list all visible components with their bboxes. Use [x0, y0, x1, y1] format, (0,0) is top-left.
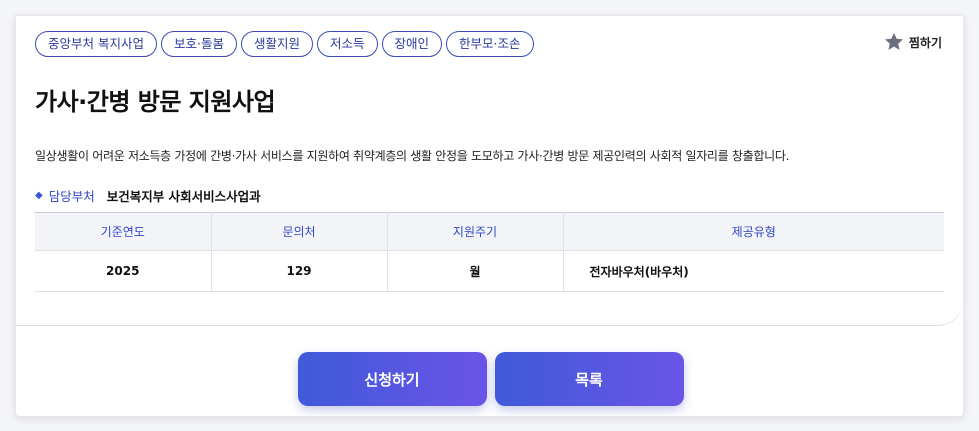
- list-button[interactable]: 목록: [494, 352, 684, 406]
- cell-support-cycle: 월: [387, 250, 564, 292]
- service-info-table: 기준연도 문의처 지원주기 제공유형 2025 129 월 전자바우처(바우처): [35, 212, 944, 292]
- tag-low-income[interactable]: 저소득: [316, 31, 378, 57]
- favorite-button[interactable]: 찜하기: [883, 31, 942, 53]
- table-row: 2025 129 월 전자바우처(바우처): [35, 250, 944, 292]
- apply-button[interactable]: 신청하기: [297, 352, 487, 406]
- tag-single-parent[interactable]: 한부모·조손: [446, 31, 534, 57]
- category-tags: 중앙부처 복지사업 보호·돌봄 생활지원 저소득 장애인 한부모·조손: [35, 31, 534, 57]
- tag-living-support[interactable]: 생활지원: [240, 31, 313, 57]
- cell-base-year: 2025: [35, 250, 212, 292]
- header-provision-type: 제공유형: [563, 212, 944, 251]
- tag-central-welfare[interactable]: 중앙부처 복지사업: [35, 31, 157, 57]
- bullet-icon: ◆: [35, 190, 43, 201]
- page-title: 가사·간병 방문 지원사업: [35, 88, 276, 116]
- department-label: 담당부처: [48, 189, 95, 204]
- department-info: ◆ 담당부처 보건복지부 사회서비스사업과: [35, 186, 261, 205]
- cell-contact: 129: [211, 250, 388, 292]
- tag-protection-care[interactable]: 보호·돌봄: [160, 31, 237, 57]
- tag-disabled[interactable]: 장애인: [381, 31, 443, 57]
- header-support-cycle: 지원주기: [387, 212, 564, 251]
- cell-provision-type: 전자바우처(바우처): [563, 250, 944, 292]
- service-card: 중앙부처 복지사업 보호·돌봄 생활지원 저소득 장애인 한부모·조손 찜하기 …: [15, 15, 964, 417]
- header-base-year: 기준연도: [35, 212, 212, 251]
- favorite-label: 찜하기: [908, 35, 942, 50]
- table-header-row: 기준연도 문의처 지원주기 제공유형: [35, 212, 944, 251]
- header-contact: 문의처: [211, 212, 388, 251]
- service-description: 일상생활이 어려운 저소득층 가정에 간병·가사 서비스를 지원하여 취약계층의…: [35, 149, 790, 163]
- action-buttons: 신청하기 목록: [16, 352, 963, 406]
- department-value: 보건복지부 사회서비스사업과: [106, 189, 261, 204]
- service-detail-panel: 중앙부처 복지사업 보호·돌봄 생활지원 저소득 장애인 한부모·조손 찜하기 …: [16, 16, 963, 326]
- star-icon: [884, 33, 903, 50]
